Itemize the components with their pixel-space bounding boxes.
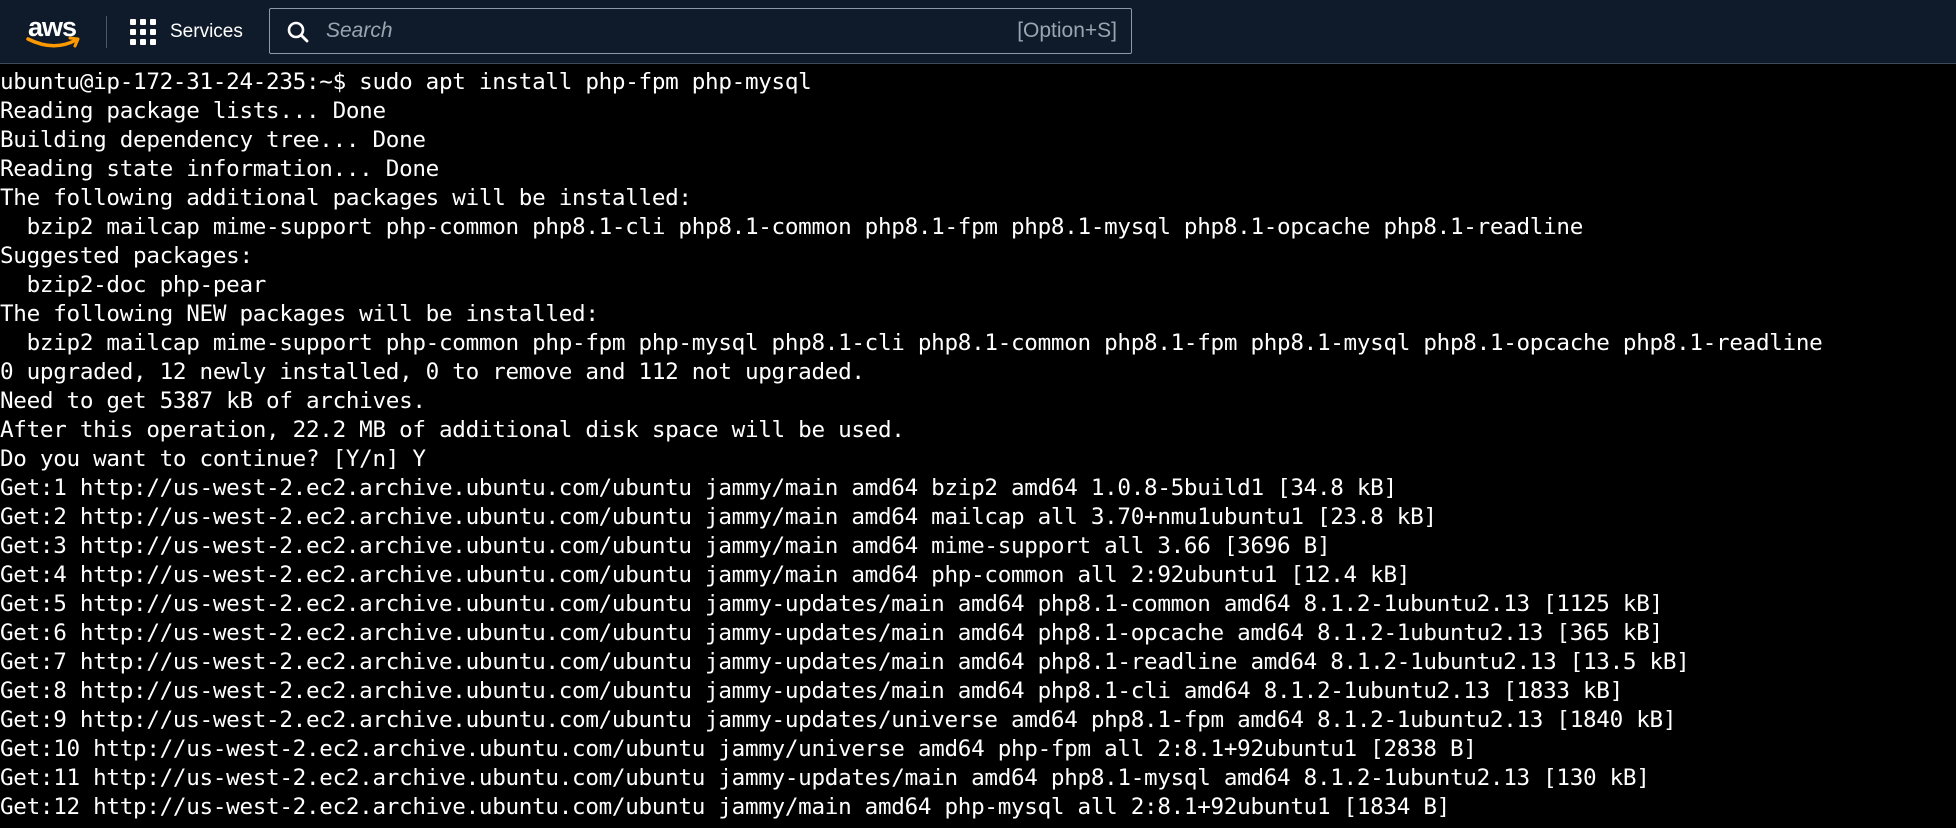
terminal-line: bzip2 mailcap mime-support php-common ph…: [0, 330, 1823, 356]
terminal-line: Get:11 http://us-west-2.ec2.archive.ubun…: [0, 765, 1650, 791]
terminal-line: bzip2 mailcap mime-support php-common ph…: [0, 214, 1584, 240]
terminal-line: Get:12 http://us-west-2.ec2.archive.ubun…: [0, 794, 1450, 820]
terminal-line: Get:3 http://us-west-2.ec2.archive.ubunt…: [0, 533, 1331, 559]
terminal-line: Get:5 http://us-west-2.ec2.archive.ubunt…: [0, 591, 1663, 617]
terminal-line: Get:9 http://us-west-2.ec2.archive.ubunt…: [0, 707, 1677, 733]
terminal-line: Building dependency tree... Done: [0, 127, 426, 153]
grid-icon: [130, 19, 156, 45]
terminal-line: Reading package lists... Done: [0, 98, 386, 124]
terminal-line: bzip2-doc php-pear: [0, 272, 267, 298]
terminal-line: The following NEW packages will be insta…: [0, 301, 599, 327]
topbar-divider: [106, 16, 107, 48]
terminal-line: Need to get 5387 kB of archives.: [0, 388, 426, 414]
search-icon: [287, 21, 309, 43]
services-menu-button[interactable]: Services: [130, 16, 243, 48]
terminal-line: ubuntu@ip-172-31-24-235:~$ sudo apt inst…: [0, 69, 812, 95]
aws-smile-icon: [26, 36, 80, 48]
terminal-line: 0 upgraded, 12 newly installed, 0 to rem…: [0, 359, 865, 385]
terminal-line: Get:1 http://us-west-2.ec2.archive.ubunt…: [0, 475, 1397, 501]
terminal-line: Do you want to continue? [Y/n] Y: [0, 446, 426, 472]
search-shortcut-hint: [Option+S]: [1017, 19, 1117, 42]
aws-logo[interactable]: aws: [22, 12, 86, 52]
top-navigation-bar: aws Services [Option+S]: [0, 0, 1956, 64]
terminal-line: Reading state information... Done: [0, 156, 439, 182]
terminal-line: Get:10 http://us-west-2.ec2.archive.ubun…: [0, 736, 1477, 762]
terminal-line: The following additional packages will b…: [0, 185, 692, 211]
terminal-line: Get:6 http://us-west-2.ec2.archive.ubunt…: [0, 620, 1663, 646]
terminal-output[interactable]: ubuntu@ip-172-31-24-235:~$ sudo apt inst…: [0, 68, 1956, 828]
terminal-line: Suggested packages:: [0, 243, 253, 269]
search-box[interactable]: [Option+S]: [269, 8, 1132, 54]
terminal-line: Get:2 http://us-west-2.ec2.archive.ubunt…: [0, 504, 1437, 530]
services-label: Services: [170, 21, 243, 42]
search-input[interactable]: [326, 9, 886, 53]
terminal-line: Get:4 http://us-west-2.ec2.archive.ubunt…: [0, 562, 1411, 588]
terminal-line: Get:8 http://us-west-2.ec2.archive.ubunt…: [0, 678, 1623, 704]
terminal-line: After this operation, 22.2 MB of additio…: [0, 417, 905, 443]
terminal-line: Get:7 http://us-west-2.ec2.archive.ubunt…: [0, 649, 1690, 675]
